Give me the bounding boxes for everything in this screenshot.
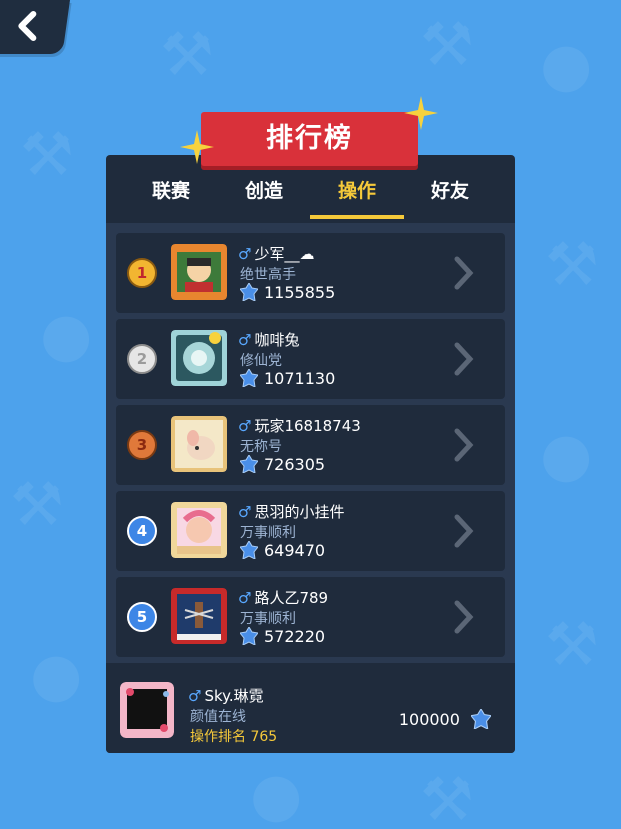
sparkle-icon	[180, 130, 214, 164]
avatar	[171, 502, 227, 558]
chevron-right-icon[interactable]	[453, 342, 475, 376]
player-score: 1071130	[264, 369, 336, 388]
my-name: Sky.琳霓	[204, 687, 264, 705]
player-name: 少军__☁	[254, 245, 315, 263]
tab-league[interactable]: 联赛	[126, 173, 216, 221]
male-icon: ♂	[238, 331, 252, 349]
my-rank-footer: ♂ Sky.琳霓 颜值在线 操作排名 765 100000	[106, 663, 515, 753]
player-score: 726305	[264, 455, 326, 474]
player-title: 修仙党	[240, 353, 282, 369]
hammer-icon: ⚒	[160, 20, 214, 90]
leaderboard-row[interactable]: 1 ♂ 少军__☁ 绝世高手 1155855	[116, 233, 505, 313]
my-rank: 操作排名 765	[190, 729, 278, 745]
avatar	[171, 244, 227, 300]
chevron-right-icon[interactable]	[453, 600, 475, 634]
chevron-left-icon	[18, 11, 37, 41]
player-title: 万事顺利	[240, 611, 296, 627]
chevron-right-icon[interactable]	[453, 428, 475, 462]
leaderboard-row[interactable]: 3 ♂ 玩家16818743 无称号 726305	[116, 405, 505, 485]
leaderboard-panel: 联赛 创造 操作 好友 1 ♂ 少军__☁ 绝世高手 1155855 2 ♂ 咖…	[106, 155, 515, 753]
my-score: 100000	[398, 710, 460, 729]
avatar	[171, 416, 227, 472]
hammer-icon: ⚒	[545, 610, 599, 680]
male-icon: ♂	[238, 245, 252, 263]
bronze-medal-icon: 3	[127, 430, 157, 460]
bomb-icon: ●	[540, 30, 593, 100]
my-title: 颜值在线	[190, 709, 246, 725]
tab-friends[interactable]: 好友	[405, 173, 495, 221]
chevron-right-icon[interactable]	[453, 514, 475, 548]
player-score: 649470	[264, 541, 326, 560]
gem-icon	[469, 707, 493, 730]
rank-number: 4	[127, 516, 157, 546]
bomb-icon: ●	[30, 640, 83, 710]
active-tab-indicator	[310, 215, 404, 219]
gem-icon	[240, 455, 258, 473]
leaderboard-list[interactable]: 1 ♂ 少军__☁ 绝世高手 1155855 2 ♂ 咖啡兔 修仙党 10711…	[106, 223, 515, 673]
hammer-icon: ⚒	[545, 230, 599, 300]
chevron-right-icon[interactable]	[453, 256, 475, 290]
rank-number: 5	[127, 602, 157, 632]
avatar	[120, 682, 174, 738]
tab-create[interactable]: 创造	[219, 173, 309, 221]
player-name: 咖啡兔	[254, 331, 300, 349]
leaderboard-row[interactable]: 2 ♂ 咖啡兔 修仙党 1071130	[116, 319, 505, 399]
male-icon: ♂	[238, 417, 252, 435]
avatar	[171, 330, 227, 386]
gem-icon	[240, 541, 258, 559]
player-name: 路人乙789	[254, 589, 329, 607]
player-name: 玩家16818743	[254, 417, 361, 435]
hammer-icon: ⚒	[420, 765, 474, 829]
player-score: 572220	[264, 627, 326, 646]
leaderboard-row[interactable]: 4 ♂ 思羽的小挂件 万事顺利 649470	[116, 491, 505, 571]
silver-medal-icon: 2	[127, 344, 157, 374]
gem-icon	[240, 627, 258, 645]
bomb-icon: ●	[40, 300, 93, 370]
male-icon: ♂	[188, 687, 202, 705]
player-title: 绝世高手	[240, 267, 296, 283]
gem-icon	[240, 283, 258, 301]
sparkle-icon	[404, 96, 438, 130]
bomb-icon: ●	[250, 760, 303, 829]
avatar	[171, 588, 227, 644]
player-score: 1155855	[264, 283, 336, 302]
player-title: 无称号	[240, 439, 282, 455]
hammer-icon: ⚒	[10, 470, 64, 540]
gold-medal-icon: 1	[127, 258, 157, 288]
bomb-icon: ●	[540, 420, 593, 490]
back-button[interactable]	[0, 0, 70, 54]
player-title: 万事顺利	[240, 525, 296, 541]
tab-operation[interactable]: 操作	[312, 173, 402, 221]
hammer-icon: ⚒	[20, 120, 74, 190]
gem-icon	[240, 369, 258, 387]
leaderboard-row[interactable]: 5 ♂ 路人乙789 万事顺利 572220	[116, 577, 505, 657]
hammer-icon: ⚒	[420, 10, 474, 80]
male-icon: ♂	[238, 589, 252, 607]
player-name: 思羽的小挂件	[254, 503, 345, 521]
male-icon: ♂	[238, 503, 252, 521]
tab-bar: 联赛 创造 操作 好友	[106, 173, 515, 221]
page-title: 排行榜	[201, 112, 418, 166]
